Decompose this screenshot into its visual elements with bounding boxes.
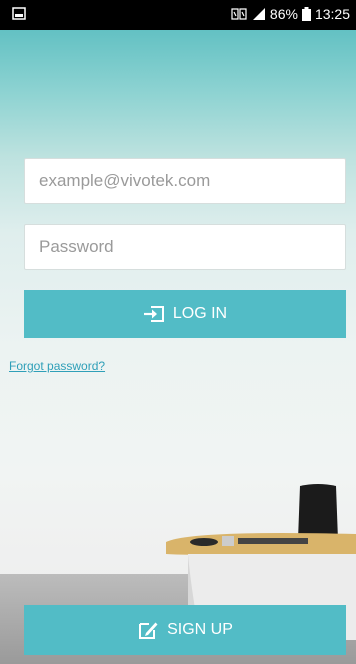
login-arrow-icon (143, 305, 165, 323)
login-button-label: LOG IN (172, 305, 228, 322)
password-field[interactable] (24, 224, 346, 270)
status-indicators: 86% 13:25 (230, 6, 350, 22)
forgot-password-link[interactable]: Forgot password? (9, 359, 105, 373)
edit-pencil-icon (137, 619, 159, 641)
signal-icon (252, 7, 266, 21)
email-field[interactable] (24, 158, 346, 204)
battery-percent: 86% (269, 6, 298, 22)
sim-icon (230, 7, 248, 21)
notification-icon (12, 7, 26, 20)
background-scene (0, 30, 356, 664)
login-button[interactable]: LOG IN (24, 290, 346, 338)
signup-button-label: SIGN UP (167, 621, 233, 638)
battery-icon (301, 7, 311, 21)
status-bar: 86% 13:25 (0, 0, 356, 30)
status-time: 13:25 (314, 6, 350, 22)
signup-button[interactable]: SIGN UP (24, 605, 346, 655)
